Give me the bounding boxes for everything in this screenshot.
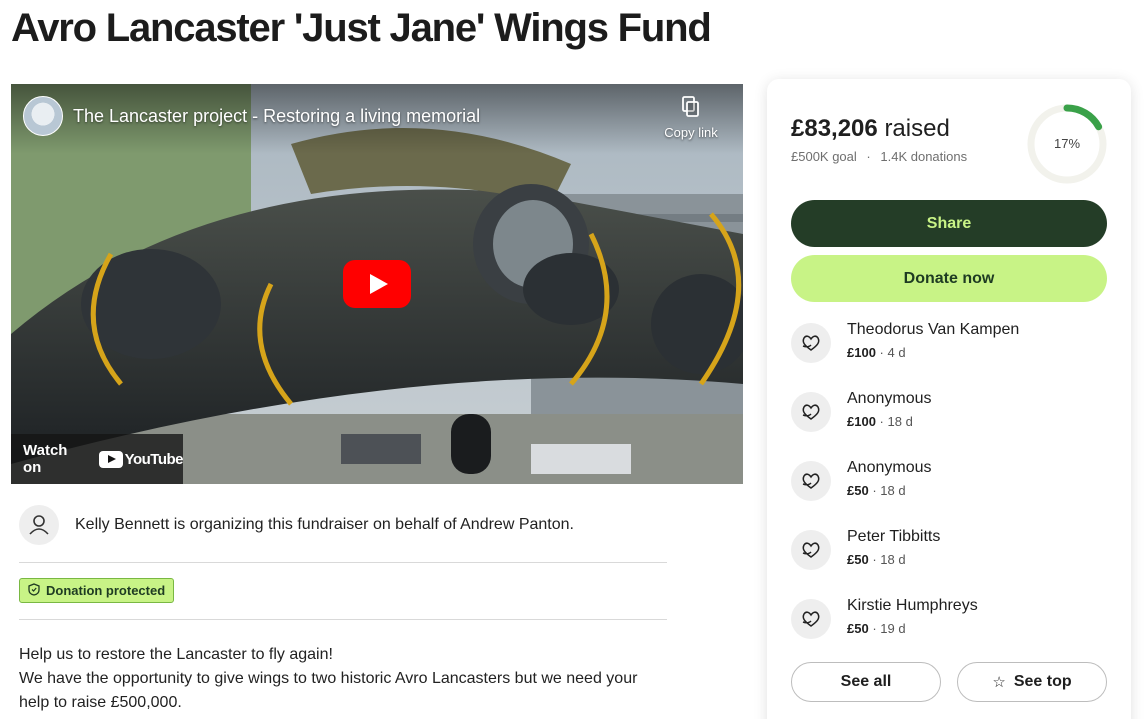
donation-time: 18 d	[880, 483, 906, 498]
see-all-button[interactable]: See all	[791, 662, 941, 702]
donation-heart-icon	[791, 323, 831, 363]
see-top-label: See top	[1013, 673, 1072, 690]
donation-time: 18 d	[880, 552, 906, 567]
donation-meta: £100 · 18 d	[847, 414, 913, 429]
youtube-logo: YouTube	[98, 450, 184, 468]
donation-count: 1.4K donations	[880, 149, 968, 164]
story-line: We have the opportunity to give wings to…	[19, 670, 638, 711]
donation-time: 4 d	[887, 345, 906, 360]
goal-amount: £500K goal	[791, 149, 857, 164]
video-player[interactable]: The Lancaster project - Restoring a livi…	[11, 84, 743, 484]
raised-amount: £83,206	[791, 115, 878, 142]
donor-name: Kirstie Humphreys	[847, 597, 978, 614]
donation-protected-badge[interactable]: Donation protected	[19, 578, 175, 603]
separator: ·	[879, 345, 884, 360]
shield-icon	[28, 582, 40, 599]
donation-heart-icon	[791, 392, 831, 432]
donation-heart-icon	[791, 530, 831, 570]
donation-meta: £50 · 18 d	[847, 552, 906, 567]
donation-heart-icon	[791, 599, 831, 639]
donation-item: Peter Tibbitts £50 · 18 d	[791, 526, 1107, 595]
watch-on-youtube-link[interactable]: Watch on YouTube	[11, 434, 184, 484]
divider	[19, 619, 667, 620]
video-title[interactable]: The Lancaster project - Restoring a livi…	[73, 106, 480, 127]
donor-name: Theodorus Van Kampen	[847, 321, 1020, 338]
separator: ·	[879, 414, 884, 429]
donation-amount: £50	[847, 621, 869, 636]
channel-avatar[interactable]	[23, 96, 63, 136]
page-title: Avro Lancaster 'Just Jane' Wings Fund	[11, 6, 712, 50]
donation-item: Anonymous £100 · 18 d	[791, 388, 1107, 457]
donation-amount: £50	[847, 552, 869, 567]
donor-name: Peter Tibbitts	[847, 528, 941, 545]
donation-sidebar: £83,206 raised £500K goal · 1.4K donatio…	[767, 79, 1131, 719]
play-button[interactable]	[343, 260, 411, 308]
donor-name: Anonymous	[847, 390, 932, 407]
organizer-text: Kelly Bennett is organizing this fundrai…	[75, 516, 574, 533]
donation-meta: £50 · 18 d	[847, 483, 906, 498]
divider	[19, 562, 667, 563]
donation-time: 18 d	[887, 414, 913, 429]
organizer-row: Kelly Bennett is organizing this fundrai…	[19, 504, 669, 546]
amount-raised: £83,206 raised	[791, 115, 950, 143]
progress-percent: 17%	[1053, 136, 1081, 151]
copy-icon	[682, 96, 700, 118]
donate-now-button[interactable]: Donate now	[791, 255, 1107, 302]
star-icon: ☆	[992, 674, 1006, 691]
donation-time: 19 d	[880, 621, 906, 636]
copy-link-label: Copy link	[664, 125, 718, 140]
donation-amount: £100	[847, 414, 876, 429]
donation-meta: £50 · 19 d	[847, 621, 906, 636]
goal-line: £500K goal · 1.4K donations	[791, 149, 967, 164]
donation-item: Kirstie Humphreys £50 · 19 d	[791, 595, 1107, 664]
see-top-button[interactable]: ☆ See top	[957, 662, 1107, 702]
youtube-wordmark: YouTube	[124, 450, 184, 468]
copy-link-button[interactable]: Copy link	[661, 96, 721, 142]
recent-donations-list: Theodorus Van Kampen £100 · 4 d Anonymou…	[791, 319, 1107, 664]
donor-name: Anonymous	[847, 459, 932, 476]
share-button[interactable]: Share	[791, 200, 1107, 247]
donation-heart-icon	[791, 461, 831, 501]
raised-word: raised	[884, 115, 950, 142]
donation-amount: £100	[847, 345, 876, 360]
badge-label: Donation protected	[46, 583, 166, 598]
separator: ·	[872, 483, 877, 498]
donation-amount: £50	[847, 483, 869, 498]
separator: ·	[872, 621, 877, 636]
donation-item: Anonymous £50 · 18 d	[791, 457, 1107, 526]
separator: ·	[866, 149, 871, 164]
donation-meta: £100 · 4 d	[847, 345, 906, 360]
watch-on-label: Watch on	[23, 442, 68, 476]
story-text: Help us to restore the Lancaster to fly …	[19, 643, 659, 715]
story-line: Help us to restore the Lancaster to fly …	[19, 646, 333, 663]
donation-item: Theodorus Van Kampen £100 · 4 d	[791, 319, 1107, 388]
youtube-icon	[98, 450, 123, 468]
separator: ·	[872, 552, 877, 567]
user-icon	[19, 505, 59, 545]
